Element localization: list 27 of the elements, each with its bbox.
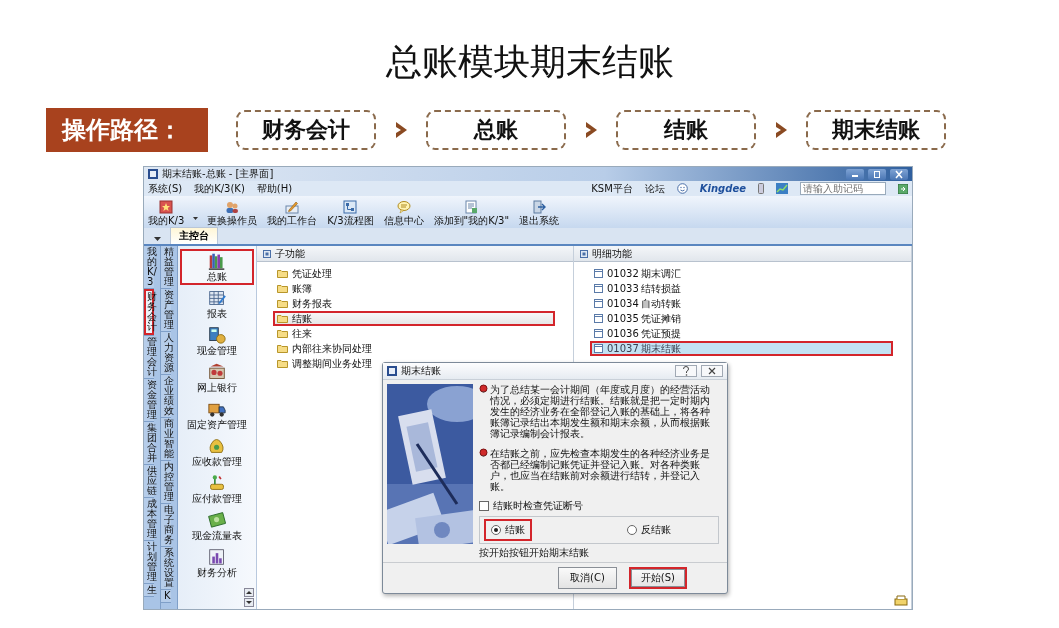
info-paragraph: 在结账之前，应先检查本期发生的各种经济业务是否都已经编制记账凭证并登记入账。对各种类账户，也应当在结账前对余额进行结转，并登记入账。 (490, 448, 711, 492)
item-code: 01036 (607, 328, 637, 339)
checkbox-label: 结账时检查凭证断号 (493, 499, 583, 513)
path-step: 期末结账 (806, 110, 946, 150)
path-step: 总账 (426, 110, 566, 150)
item-label: 期末调汇 (641, 268, 681, 279)
item-code: 01037 (607, 343, 637, 354)
path-step: 财务会计 (236, 110, 376, 150)
item-label: 凭证预提 (641, 328, 681, 339)
item-label: 结转损益 (641, 283, 681, 294)
dialog-title: 期末结账 (401, 365, 442, 377)
info-paragraph: 为了总结某一会计期间（年度或月度）的经营活动情况，必须定期进行结账。结账就是把一定时期内发生的经济业务在全部登记入账的基础上，将各种账簿记录结出本期发生额和期末余额，从而根据账簿记录编制会计报表。 (490, 384, 711, 439)
panel-title: 子功能 (275, 247, 305, 260)
item-code: 01034 (607, 298, 637, 309)
item-label: 自动转账 (641, 298, 681, 309)
hint-text: 按开始按钮开始期末结账 (479, 547, 590, 559)
item-code: 01035 (607, 313, 637, 324)
item-label: 期末结账 (641, 343, 681, 354)
path-label: 操作路径： (46, 108, 208, 152)
brand-logo: Kingdee (699, 182, 746, 195)
slide-title: 总账模块期末结账 (384, 40, 675, 84)
panel-title: 明细功能 (592, 247, 632, 260)
path-step: 结账 (616, 110, 756, 150)
item-code: 01033 (607, 283, 637, 294)
window-title: 期末结账-总账 - [主界面] (162, 168, 275, 180)
item-code: 01032 (607, 268, 637, 279)
item-label: 凭证摊销 (641, 313, 681, 324)
